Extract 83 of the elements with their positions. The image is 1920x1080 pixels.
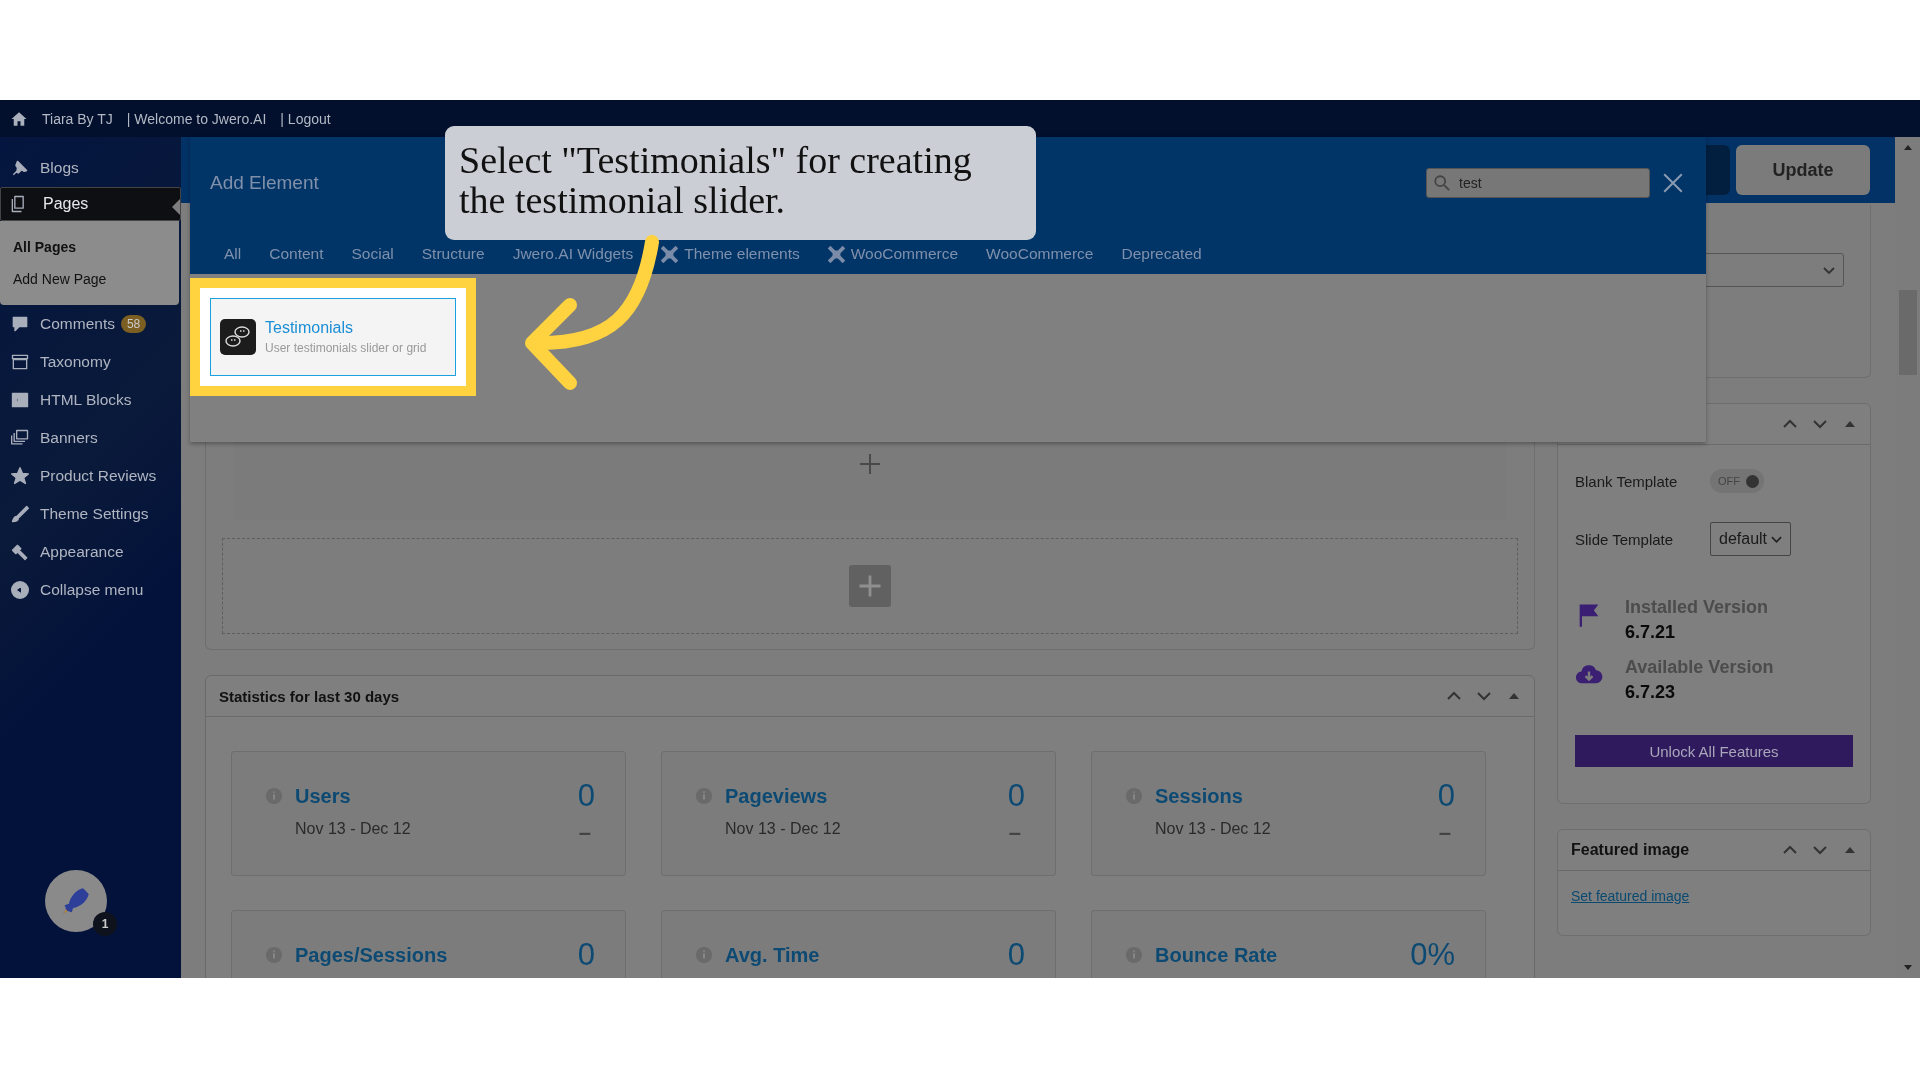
info-icon (265, 946, 283, 964)
date-range: Nov 13 - Dec 12 (725, 820, 841, 839)
update-button[interactable]: Update (1736, 145, 1870, 195)
sidebar-item[interactable]: Appearance (0, 533, 181, 571)
stat-value: 0 (1007, 778, 1025, 814)
category-tab[interactable]: Structure (421, 245, 485, 263)
count-badge: 58 (120, 315, 147, 333)
stat-value: 0 (577, 937, 595, 973)
stat-value: 0 (1007, 937, 1025, 973)
info-icon (265, 787, 283, 805)
category-tab[interactable]: Content (269, 245, 324, 263)
date-range: Nov 13 - Dec 12 (1155, 820, 1271, 839)
change-value: – (1438, 820, 1452, 846)
stat-value: 0% (1410, 937, 1455, 973)
plus-icon[interactable] (858, 452, 882, 476)
date-range: Nov 13 - Dec 12 (295, 820, 411, 839)
hammer-icon (10, 542, 30, 562)
stat-label: Avg. Time (725, 943, 821, 967)
chevron-down-icon (1823, 266, 1835, 274)
panel-title: Featured image (1571, 841, 1690, 859)
search-icon (1433, 174, 1451, 192)
category-tab[interactable]: Deprecated (1121, 245, 1202, 263)
stat-label: Pages/Sessions (295, 943, 449, 967)
stacked-layers-icon (10, 428, 30, 448)
close-icon[interactable] (1662, 172, 1684, 194)
change-value: – (1008, 820, 1022, 846)
category-tab[interactable]: Theme elements (661, 245, 800, 263)
stat-label: Users (295, 784, 352, 808)
category-tab[interactable]: Jwero.AI Widgets (512, 245, 634, 263)
option-description: User testimonials slider or grid (265, 341, 427, 355)
stat-label: Sessions (1155, 784, 1244, 808)
star-icon (10, 466, 30, 486)
category-tab[interactable]: All (224, 245, 242, 263)
speech-bubbles-icon (220, 319, 256, 355)
chevron-down-icon (1771, 535, 1783, 543)
category-tab[interactable]: WooCommerce (827, 245, 959, 263)
top-bar-link[interactable]: Tiara By TJ (42, 110, 113, 127)
info-icon (1125, 946, 1143, 964)
element-option[interactable]: Testimonials User testimonials slider or grid (210, 298, 456, 376)
change-value: – (578, 820, 592, 846)
sidebar-item[interactable]: Product Reviews (0, 457, 181, 495)
x-logo-icon (827, 245, 845, 263)
speech-bubble-icon (10, 314, 30, 334)
dialog-title: Add Element (210, 172, 320, 194)
version-number: 6.7.23 (1625, 682, 1677, 703)
notification-badge: 1 (93, 912, 117, 936)
pin-icon (10, 158, 30, 178)
search-field[interactable]: test (1426, 168, 1650, 198)
sidebar-item[interactable]: Taxonomy (0, 343, 181, 381)
setting-label: Blank Template (1575, 472, 1679, 490)
info-icon (695, 787, 713, 805)
sidebar-item[interactable]: Blogs (0, 149, 181, 187)
x-logo-icon (661, 245, 679, 263)
sidebar-item[interactable]: HTML Blocks (0, 381, 181, 419)
version-number: 6.7.21 (1625, 622, 1677, 643)
stat-label: Bounce Rate (1155, 943, 1279, 967)
sidebar-item[interactable]: Collapse menu (0, 571, 181, 609)
category-tab[interactable]: Social (351, 245, 394, 263)
archive-box-icon (10, 352, 30, 372)
submenu-item[interactable]: Add New Page (0, 263, 179, 295)
panel-title: Statistics for last 30 days (219, 687, 400, 705)
stat-value: 0 (577, 778, 595, 814)
sidebar-item[interactable]: Banners (0, 419, 181, 457)
unlock-button[interactable]: Unlock All Features (1575, 735, 1853, 767)
sidebar-item[interactable]: Comments 58 (0, 305, 181, 343)
sidebar-item[interactable]: Theme Settings (0, 495, 181, 533)
submenu-item[interactable]: All Pages (0, 231, 179, 263)
top-bar-link[interactable]: | Welcome to Jwero.AI (126, 110, 267, 127)
select-field[interactable]: default (1710, 522, 1792, 556)
callout-text: Select "Testimonials" for creating the testimonial slider. (459, 139, 972, 221)
add-button[interactable] (849, 565, 891, 607)
stat-label: Pageviews (725, 784, 829, 808)
info-icon (1125, 787, 1143, 805)
stat-value: 0 (1437, 778, 1455, 814)
info-icon (695, 946, 713, 964)
top-bar-link[interactable]: | Logout (280, 110, 331, 127)
scroll-down-icon[interactable] (1903, 962, 1913, 972)
option-title: Testimonials (265, 319, 355, 337)
brush-icon (10, 504, 30, 524)
setting-label: Slide Template (1575, 530, 1675, 548)
sidebar-item[interactable]: Pages (0, 187, 181, 221)
scroll-up-icon[interactable] (1903, 143, 1913, 153)
category-tab[interactable]: WooCommerce (986, 245, 1094, 263)
